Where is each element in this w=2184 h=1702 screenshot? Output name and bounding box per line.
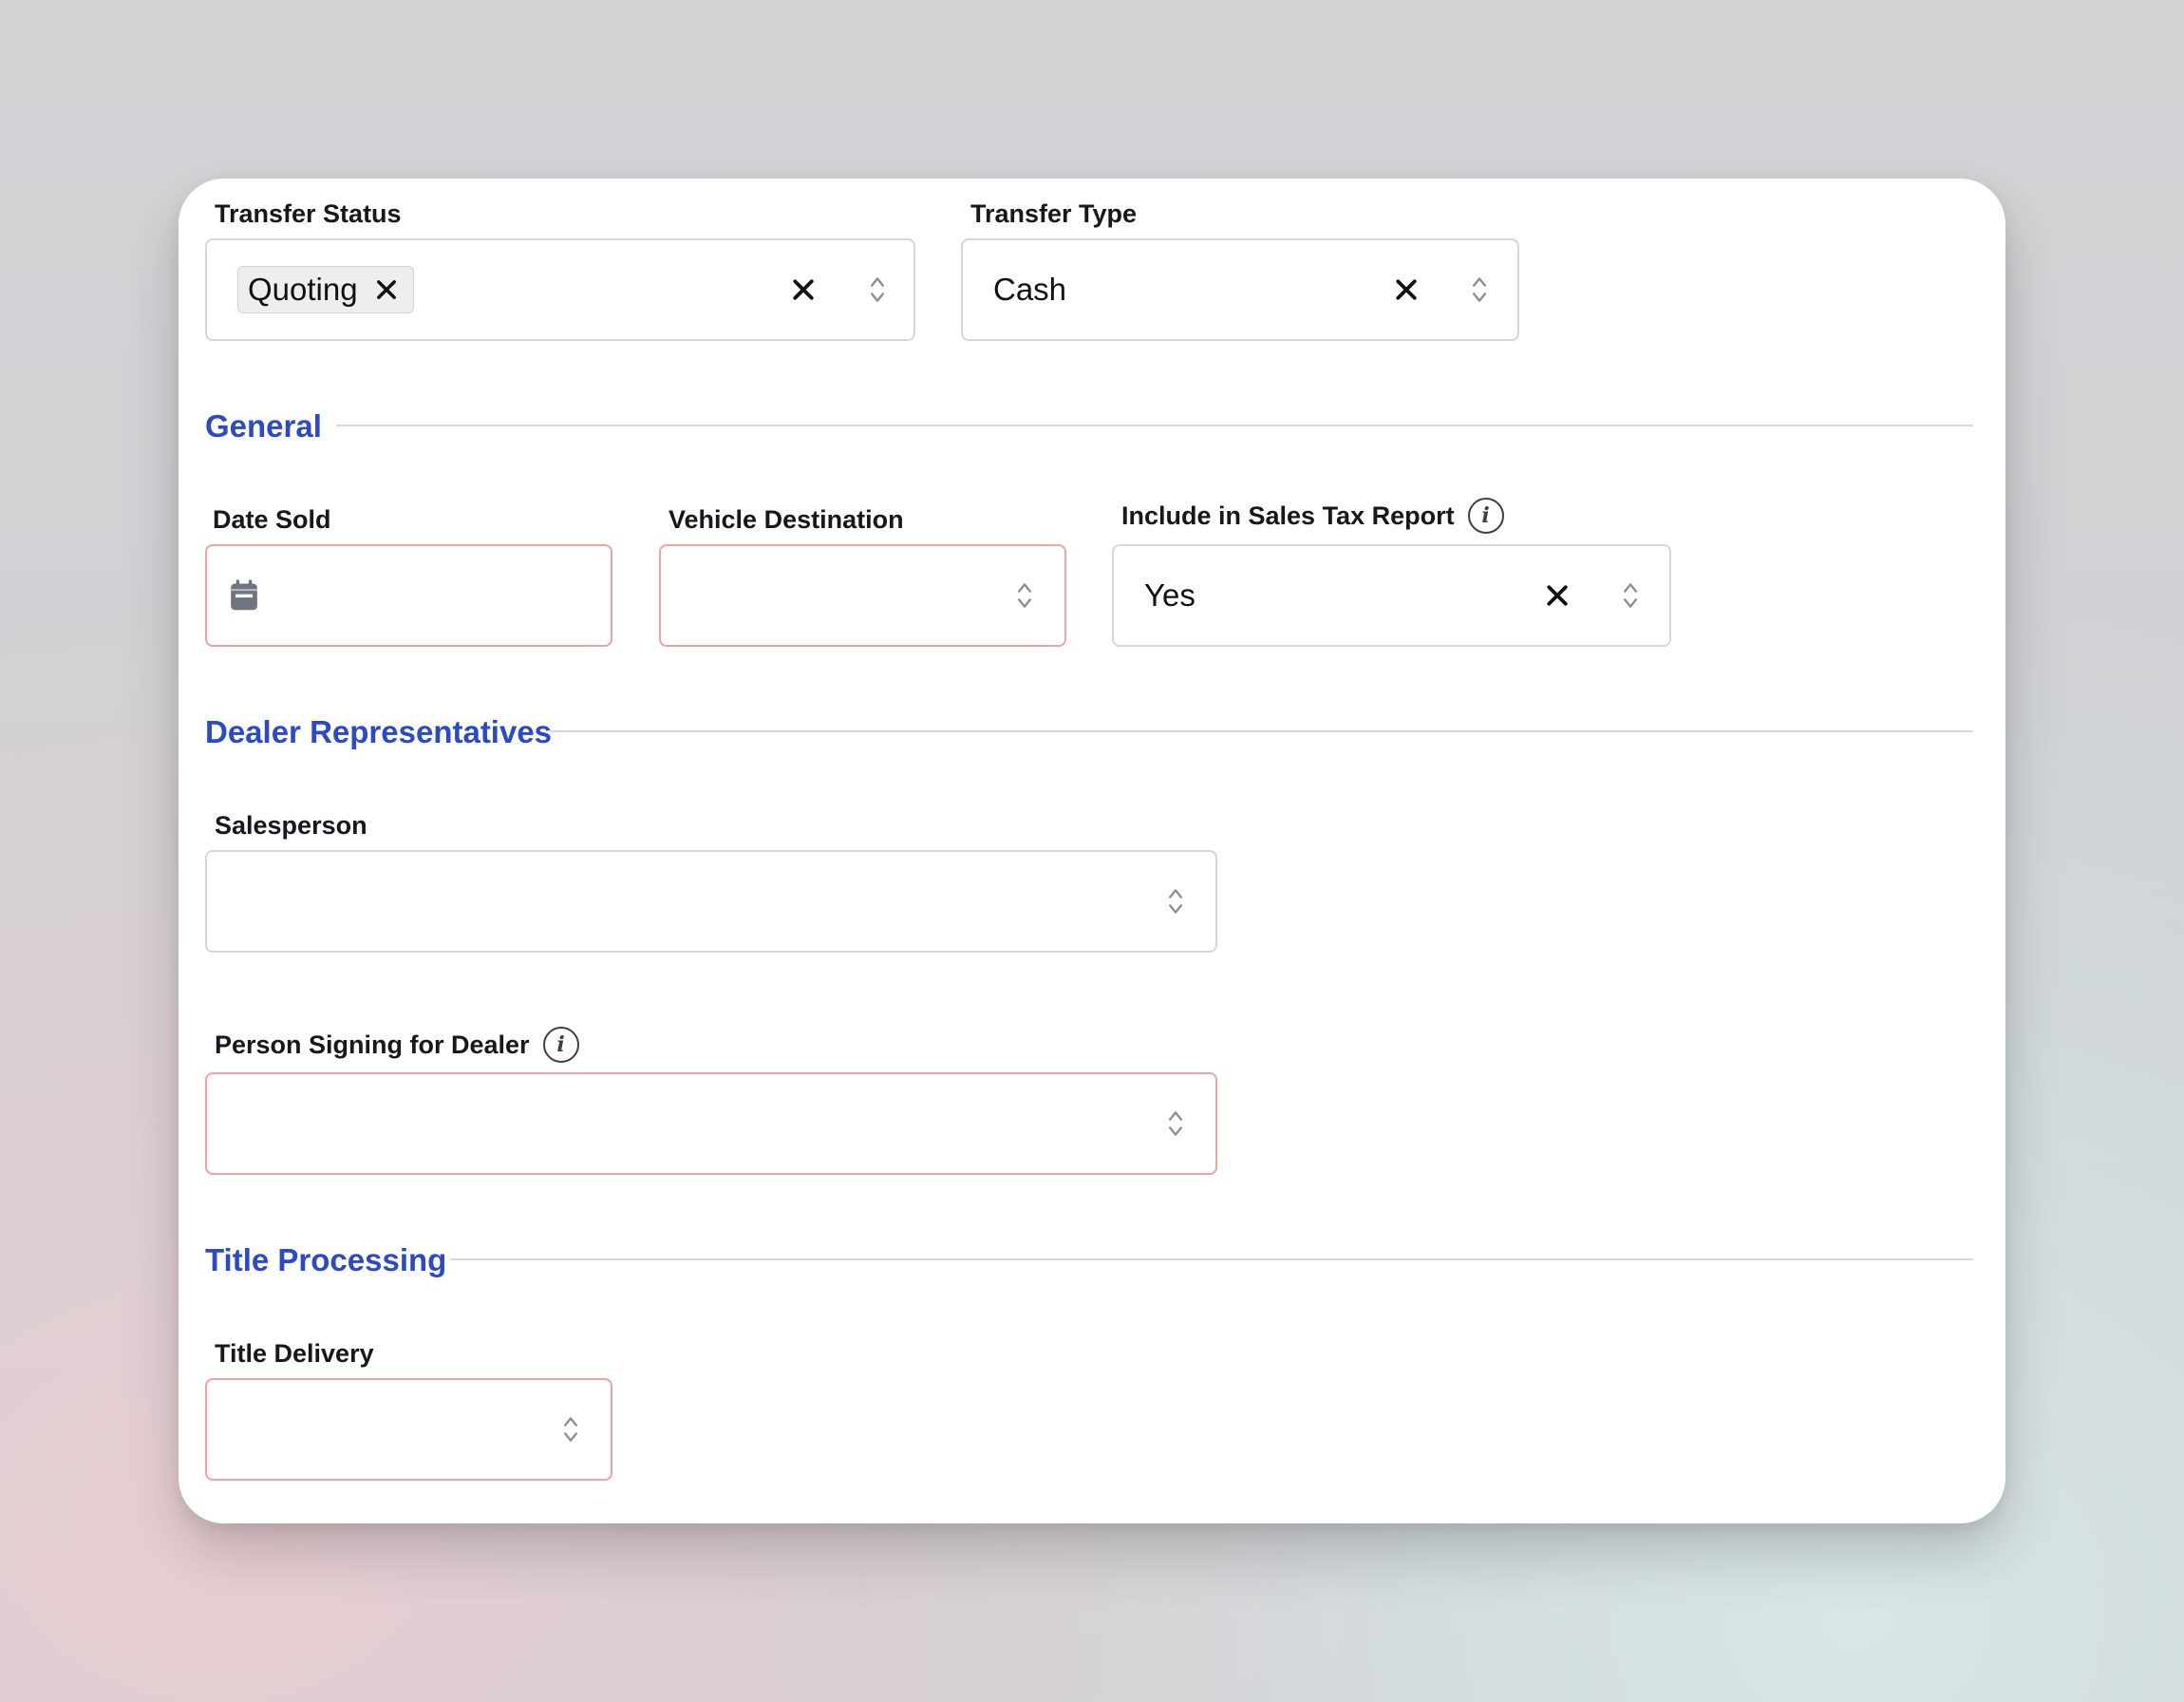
chevron-updown-icon[interactable] [1167, 1108, 1184, 1139]
chevron-updown-icon[interactable] [1016, 580, 1033, 611]
person-signing-select[interactable] [205, 1072, 1217, 1175]
sales-tax-select[interactable]: Yes [1112, 544, 1671, 647]
title-delivery-label: Title Delivery [215, 1339, 374, 1369]
chip-remove-icon[interactable] [373, 276, 400, 303]
info-icon[interactable]: i [1467, 498, 1504, 534]
section-divider [550, 730, 1973, 732]
sales-tax-value: Yes [1144, 577, 1196, 613]
chevron-updown-icon[interactable] [1167, 886, 1184, 917]
sales-tax-label-text: Include in Sales Tax Report [1121, 501, 1455, 530]
chevron-updown-icon[interactable] [1622, 580, 1639, 611]
transfer-status-label-text: Transfer Status [215, 199, 402, 228]
info-icon[interactable]: i [542, 1027, 579, 1063]
date-sold-input[interactable] [205, 544, 612, 647]
section-title-dealer-reps: Dealer Representatives [205, 714, 553, 749]
salesperson-label: Salesperson [215, 811, 367, 841]
vehicle-destination-select[interactable] [659, 544, 1066, 647]
salesperson-label-text: Salesperson [215, 811, 367, 840]
clear-icon[interactable] [1392, 275, 1421, 304]
section-title-title-processing: Title Processing [205, 1242, 447, 1277]
chevron-updown-icon[interactable] [869, 274, 886, 305]
transfer-type-select[interactable]: Cash [961, 238, 1519, 341]
transfer-status-select[interactable]: Quoting [205, 238, 915, 341]
section-divider [336, 425, 1973, 426]
clear-icon[interactable] [789, 275, 818, 304]
person-signing-label: Person Signing for Dealer i [215, 1027, 579, 1063]
date-sold-label-text: Date Sold [213, 505, 331, 534]
chevron-updown-icon[interactable] [562, 1414, 579, 1445]
transfer-status-label: Transfer Status [215, 199, 402, 229]
date-sold-label: Date Sold [213, 505, 331, 535]
transfer-type-label-text: Transfer Type [970, 199, 1138, 228]
calendar-icon[interactable] [228, 578, 260, 613]
salesperson-select[interactable] [205, 850, 1217, 953]
vehicle-destination-label-text: Vehicle Destination [668, 505, 904, 534]
title-delivery-label-text: Title Delivery [215, 1339, 374, 1368]
section-divider [450, 1258, 1973, 1260]
section-title-general: General [205, 408, 322, 444]
person-signing-label-text: Person Signing for Dealer [215, 1030, 530, 1059]
form-card: Transfer Status Quoting Transfer Type Ca… [179, 179, 2005, 1523]
clear-icon[interactable] [1543, 581, 1572, 610]
title-delivery-select[interactable] [205, 1378, 612, 1481]
transfer-type-value: Cash [993, 272, 1067, 307]
transfer-status-chip-text: Quoting [248, 272, 358, 307]
chevron-updown-icon[interactable] [1471, 274, 1488, 305]
transfer-type-label: Transfer Type [970, 199, 1137, 229]
transfer-status-chip: Quoting [237, 266, 414, 313]
sales-tax-label: Include in Sales Tax Report i [1121, 498, 1504, 534]
vehicle-destination-label: Vehicle Destination [668, 505, 904, 535]
